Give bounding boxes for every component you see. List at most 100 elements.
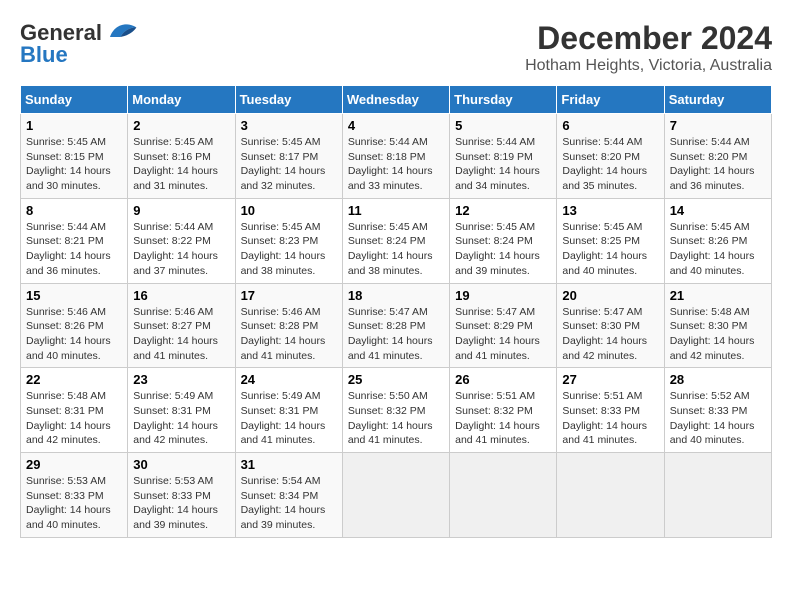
calendar-week-row: 15 Sunrise: 5:46 AMSunset: 8:26 PMDayligh… (21, 283, 772, 368)
calendar-week-row: 29 Sunrise: 5:53 AMSunset: 8:33 PMDayligh… (21, 453, 772, 538)
day-number: 23 (133, 372, 229, 387)
weekday-header: Wednesday (342, 86, 449, 114)
calendar-day-cell: 25 Sunrise: 5:50 AMSunset: 8:32 PMDayligh… (342, 368, 449, 453)
day-number: 16 (133, 288, 229, 303)
day-number: 25 (348, 372, 444, 387)
day-number: 20 (562, 288, 658, 303)
calendar-day-cell: 28 Sunrise: 5:52 AMSunset: 8:33 PMDayligh… (664, 368, 771, 453)
day-number: 24 (241, 372, 337, 387)
day-number: 26 (455, 372, 551, 387)
calendar-day-cell: 9 Sunrise: 5:44 AMSunset: 8:22 PMDaylight… (128, 198, 235, 283)
calendar-day-cell: 10 Sunrise: 5:45 AMSunset: 8:23 PMDayligh… (235, 198, 342, 283)
day-detail: Sunrise: 5:47 AMSunset: 8:28 PMDaylight:… (348, 305, 444, 364)
weekday-header: Saturday (664, 86, 771, 114)
day-detail: Sunrise: 5:45 AMSunset: 8:23 PMDaylight:… (241, 220, 337, 279)
day-detail: Sunrise: 5:46 AMSunset: 8:28 PMDaylight:… (241, 305, 337, 364)
weekday-header: Friday (557, 86, 664, 114)
calendar-day-cell: 2Sunrise: 5:45 AMSunset: 8:16 PMDaylight… (128, 114, 235, 199)
day-detail: Sunrise: 5:48 AMSunset: 8:30 PMDaylight:… (670, 305, 766, 364)
day-detail: Sunrise: 5:45 AMSunset: 8:24 PMDaylight:… (348, 220, 444, 279)
day-detail: Sunrise: 5:45 AMSunset: 8:17 PMDaylight:… (241, 135, 337, 194)
calendar-day-cell: 5 Sunrise: 5:44 AMSunset: 8:19 PMDaylight… (450, 114, 557, 199)
calendar-day-cell: 19 Sunrise: 5:47 AMSunset: 8:29 PMDayligh… (450, 283, 557, 368)
calendar-day-cell: 15 Sunrise: 5:46 AMSunset: 8:26 PMDayligh… (21, 283, 128, 368)
day-number: 21 (670, 288, 766, 303)
calendar-day-cell (664, 453, 771, 538)
calendar-day-cell: 14Sunrise: 5:45 AMSunset: 8:26 PMDayligh… (664, 198, 771, 283)
calendar-day-cell: 21 Sunrise: 5:48 AMSunset: 8:30 PMDayligh… (664, 283, 771, 368)
calendar-day-cell: 22 Sunrise: 5:48 AMSunset: 8:31 PMDayligh… (21, 368, 128, 453)
day-number: 31 (241, 457, 337, 472)
calendar-day-cell: 17 Sunrise: 5:46 AMSunset: 8:28 PMDayligh… (235, 283, 342, 368)
day-detail: Sunrise: 5:51 AMSunset: 8:33 PMDaylight:… (562, 389, 658, 448)
month-year-title: December 2024 (525, 20, 772, 57)
calendar-day-cell: 29 Sunrise: 5:53 AMSunset: 8:33 PMDayligh… (21, 453, 128, 538)
day-number: 15 (26, 288, 122, 303)
day-detail: Sunrise: 5:47 AMSunset: 8:29 PMDaylight:… (455, 305, 551, 364)
day-detail: Sunrise: 5:51 AMSunset: 8:32 PMDaylight:… (455, 389, 551, 448)
calendar-week-row: 8 Sunrise: 5:44 AMSunset: 8:21 PMDaylight… (21, 198, 772, 283)
day-detail: Sunrise: 5:50 AMSunset: 8:32 PMDaylight:… (348, 389, 444, 448)
calendar-day-cell: 4 Sunrise: 5:44 AMSunset: 8:18 PMDaylight… (342, 114, 449, 199)
day-number: 8 (26, 203, 122, 218)
weekday-header-row: SundayMondayTuesdayWednesdayThursdayFrid… (21, 86, 772, 114)
location-subtitle: Hotham Heights, Victoria, Australia (525, 57, 772, 75)
calendar-table: SundayMondayTuesdayWednesdayThursdayFrid… (20, 85, 772, 538)
weekday-header: Monday (128, 86, 235, 114)
day-number: 27 (562, 372, 658, 387)
calendar-day-cell: 6 Sunrise: 5:44 AMSunset: 8:20 PMDaylight… (557, 114, 664, 199)
calendar-day-cell (342, 453, 449, 538)
weekday-header: Thursday (450, 86, 557, 114)
day-number: 4 (348, 118, 444, 133)
day-number: 13 (562, 203, 658, 218)
day-detail: Sunrise: 5:52 AMSunset: 8:33 PMDaylight:… (670, 389, 766, 448)
calendar-day-cell: 3 Sunrise: 5:45 AMSunset: 8:17 PMDaylight… (235, 114, 342, 199)
day-detail: Sunrise: 5:44 AMSunset: 8:20 PMDaylight:… (670, 135, 766, 194)
day-detail: Sunrise: 5:53 AMSunset: 8:33 PMDaylight:… (26, 474, 122, 533)
day-number: 1 (26, 118, 122, 133)
day-detail: Sunrise: 5:44 AMSunset: 8:22 PMDaylight:… (133, 220, 229, 279)
day-number: 9 (133, 203, 229, 218)
calendar-day-cell: 18 Sunrise: 5:47 AMSunset: 8:28 PMDayligh… (342, 283, 449, 368)
day-detail: Sunrise: 5:45 AMSunset: 8:25 PMDaylight:… (562, 220, 658, 279)
day-detail: Sunrise: 5:45 AMSunset: 8:15 PMDaylight:… (26, 135, 122, 194)
day-detail: Sunrise: 5:44 AMSunset: 8:20 PMDaylight:… (562, 135, 658, 194)
page-header: General Blue December 2024 Hotham Height… (20, 20, 772, 75)
day-number: 17 (241, 288, 337, 303)
day-detail: Sunrise: 5:44 AMSunset: 8:21 PMDaylight:… (26, 220, 122, 279)
day-detail: Sunrise: 5:54 AMSunset: 8:34 PMDaylight:… (241, 474, 337, 533)
calendar-day-cell: 23 Sunrise: 5:49 AMSunset: 8:31 PMDayligh… (128, 368, 235, 453)
day-number: 29 (26, 457, 122, 472)
day-detail: Sunrise: 5:44 AMSunset: 8:18 PMDaylight:… (348, 135, 444, 194)
day-number: 18 (348, 288, 444, 303)
day-number: 22 (26, 372, 122, 387)
day-number: 12 (455, 203, 551, 218)
logo: General Blue (20, 20, 138, 68)
title-block: December 2024 Hotham Heights, Victoria, … (525, 20, 772, 75)
day-number: 6 (562, 118, 658, 133)
calendar-day-cell (450, 453, 557, 538)
calendar-week-row: 22 Sunrise: 5:48 AMSunset: 8:31 PMDayligh… (21, 368, 772, 453)
day-number: 5 (455, 118, 551, 133)
day-number: 3 (241, 118, 337, 133)
day-detail: Sunrise: 5:44 AMSunset: 8:19 PMDaylight:… (455, 135, 551, 194)
day-detail: Sunrise: 5:53 AMSunset: 8:33 PMDaylight:… (133, 474, 229, 533)
calendar-day-cell: 24Sunrise: 5:49 AMSunset: 8:31 PMDayligh… (235, 368, 342, 453)
calendar-day-cell: 1 Sunrise: 5:45 AMSunset: 8:15 PMDaylight… (21, 114, 128, 199)
weekday-header: Sunday (21, 86, 128, 114)
calendar-day-cell: 7Sunrise: 5:44 AMSunset: 8:20 PMDaylight… (664, 114, 771, 199)
day-detail: Sunrise: 5:46 AMSunset: 8:26 PMDaylight:… (26, 305, 122, 364)
calendar-day-cell: 30Sunrise: 5:53 AMSunset: 8:33 PMDayligh… (128, 453, 235, 538)
day-number: 14 (670, 203, 766, 218)
day-number: 19 (455, 288, 551, 303)
day-detail: Sunrise: 5:49 AMSunset: 8:31 PMDaylight:… (133, 389, 229, 448)
day-number: 10 (241, 203, 337, 218)
calendar-day-cell: 11 Sunrise: 5:45 AMSunset: 8:24 PMDayligh… (342, 198, 449, 283)
calendar-day-cell: 31 Sunrise: 5:54 AMSunset: 8:34 PMDayligh… (235, 453, 342, 538)
calendar-week-row: 1 Sunrise: 5:45 AMSunset: 8:15 PMDaylight… (21, 114, 772, 199)
day-number: 28 (670, 372, 766, 387)
day-detail: Sunrise: 5:48 AMSunset: 8:31 PMDaylight:… (26, 389, 122, 448)
calendar-day-cell: 27 Sunrise: 5:51 AMSunset: 8:33 PMDayligh… (557, 368, 664, 453)
day-number: 11 (348, 203, 444, 218)
logo-text-blue: Blue (20, 42, 68, 68)
